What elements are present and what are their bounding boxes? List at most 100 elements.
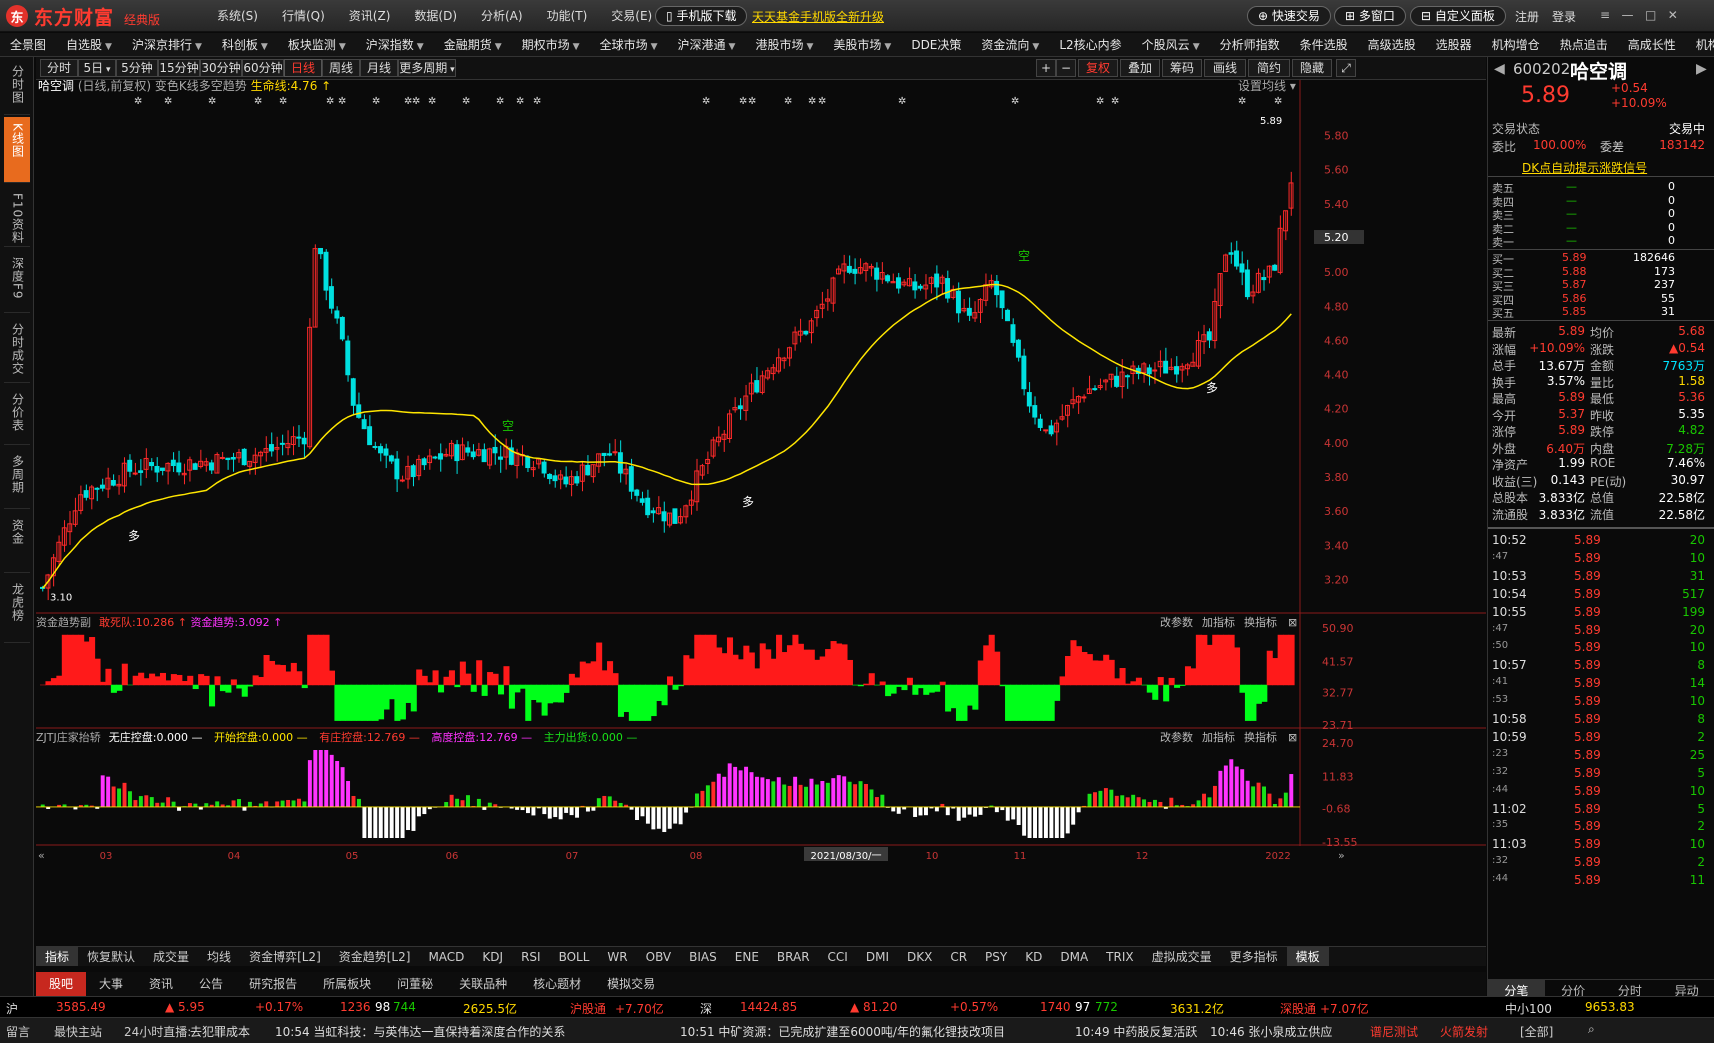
indicator-tab[interactable]: 更多指标 [1221,947,1287,966]
period-button[interactable]: 5分钟 [116,59,158,77]
chart-tool-button[interactable]: 隐藏 [1292,59,1332,77]
sub-panel-button[interactable]: 加指标 [1202,615,1235,629]
nav-item[interactable]: 科创板 ▼ [212,33,278,56]
search-icon[interactable]: ⌕ [1588,1022,1595,1037]
indicator-tab[interactable]: 资金博弈[L2] [240,947,330,966]
left-tab[interactable]: 分时图 [4,59,30,115]
indicator-tab[interactable]: KDJ [473,947,512,966]
sub-panel-button[interactable]: 加指标 [1202,730,1235,744]
news-right-item[interactable]: 谱尼测试 [1370,1023,1418,1040]
bid-price[interactable]: 5.85 [1562,305,1587,318]
indicator-tab[interactable]: TRIX [1097,947,1142,966]
info-tab[interactable]: 股吧 [36,972,87,996]
news-right-item[interactable]: 火箭发射 [1440,1023,1488,1040]
nav-item[interactable]: L2核心内参 [1049,33,1131,56]
top-menu-item[interactable]: 行情(Q) [270,0,337,32]
indicator-tab[interactable]: KD [1016,947,1051,966]
register-link[interactable]: 注册 [1515,8,1539,25]
indicator-tab[interactable]: DMI [857,947,898,966]
ask-price[interactable]: — [1566,180,1577,193]
crosshair-icon[interactable]: + [1036,59,1056,77]
indicator-tab[interactable]: OBV [637,947,681,966]
kline-chart-svg[interactable]: 5.80 5.60 5.40 5.20 5.00 4.80 4.60 4.40 4.20 4.00… [36,80,1486,946]
bid-price[interactable]: 5.89 [1562,251,1587,264]
nav-item[interactable]: 高成长性 [1618,33,1686,56]
period-button[interactable]: 日线 [284,59,322,77]
login-link[interactable]: 登录 [1552,8,1576,25]
news-item[interactable]: 10:54 当虹科技：与英伟达一直保持着深度合作的关系 [275,1023,565,1040]
chart-indicator-name[interactable]: 变色K线多空趋势 [155,79,247,93]
indicator-tab[interactable]: 恢复默认 [78,947,144,966]
nav-item[interactable]: 沪深京排行 ▼ [122,33,212,56]
news-item[interactable]: 10:51 中矿资源：已完成扩建至6000吨/年的氟化锂技改项目 [680,1023,1005,1040]
ask-price[interactable]: — [1566,221,1577,234]
indicator-tab[interactable]: BOLL [550,947,599,966]
period-button[interactable]: 5日 ▾ [78,59,116,77]
maximize-icon[interactable]: □ [1645,8,1656,22]
info-tab[interactable]: 问董秘 [384,972,446,996]
info-tab[interactable]: 大事 [86,972,136,996]
nav-item[interactable]: 选股器 [1426,33,1482,56]
info-tab[interactable]: 公告 [186,972,236,996]
multi-window-button[interactable]: ⊞ 多窗口 [1334,6,1406,26]
left-tab[interactable]: 分时成交 [4,317,30,383]
chart-tool-button[interactable]: 复权 [1078,59,1118,77]
candlestick-series[interactable] [40,171,1294,601]
nav-item[interactable]: 个股风云 ▼ [1132,33,1210,56]
chart-tool-button[interactable]: 叠加 [1120,59,1160,77]
nav-item[interactable]: 资金流向 ▼ [971,33,1049,56]
sub-panel-button[interactable]: 改参数 [1160,615,1193,629]
set-ma-button[interactable]: 设置均线 ▾ [1238,77,1296,94]
indicator-tab[interactable]: PSY [976,947,1016,966]
nav-item[interactable]: 全球市场 ▼ [590,33,668,56]
sub-panel-button[interactable]: 换指标 [1244,730,1277,744]
news-left-item[interactable]: 24小时直播: [124,1023,191,1040]
indicator-tab[interactable]: 均线 [198,947,240,966]
left-tab[interactable]: 龙虎榜 [4,577,30,643]
nav-item[interactable]: 热点追击 [1550,33,1618,56]
indicator-tab[interactable]: DKX [898,947,941,966]
indicator-tab[interactable]: RSI [512,947,550,966]
bid-price[interactable]: 5.87 [1562,278,1587,291]
period-button[interactable]: 分时 [40,59,78,77]
left-tab[interactable]: 多周期 [4,449,30,509]
news-item[interactable]: 10:46 张小泉成立供应 [1210,1023,1332,1040]
news-item[interactable]: 去犯罪成本 [190,1023,250,1040]
left-tab[interactable]: 资金 [4,513,30,573]
indicator-tab[interactable]: BIAS [680,947,726,966]
sub-panel-button[interactable]: 改参数 [1160,730,1193,744]
chart-tool-button[interactable]: 简约 [1248,59,1290,77]
fund-upgrade-link[interactable]: 天天基金手机版全新升级 [752,8,884,25]
left-tab[interactable]: 分价表 [4,387,30,445]
indicator-tab[interactable]: ENE [726,947,768,966]
indicator-tab[interactable]: MACD [419,947,473,966]
close-panel-icon[interactable]: ⊠ [1288,731,1297,744]
chart-tool-button[interactable]: 画线 [1204,59,1246,77]
ask-price[interactable]: — [1566,207,1577,220]
nav-item[interactable]: 自选股 ▼ [56,33,122,56]
nav-item[interactable]: 分析师指数 [1210,33,1290,56]
nav-item[interactable]: 沪深港通 ▼ [668,33,746,56]
mobile-download-button[interactable]: ▯ 手机版下载 [655,6,748,26]
info-tab[interactable]: 关联品种 [446,972,520,996]
nav-item[interactable]: 机构 [1686,33,1714,56]
scroll-right-icon[interactable]: » [1338,849,1345,862]
indicator-tab[interactable]: DMA [1051,947,1097,966]
indicator-tab[interactable]: CCI [819,947,857,966]
chart-tool-button[interactable]: 筹码 [1162,59,1202,77]
custom-panel-button[interactable]: ⊟ 自定义面板 [1410,6,1506,26]
left-tab[interactable]: F10资料 [4,187,30,247]
nav-item[interactable]: 金融期货 ▼ [434,33,512,56]
prev-stock-icon[interactable]: ◀ [1494,61,1505,77]
close-icon[interactable]: ✕ [1668,8,1678,22]
sub-panel-button[interactable]: 换指标 [1244,615,1277,629]
top-menu-item[interactable]: 资讯(Z) [337,0,403,32]
next-stock-icon[interactable]: ▶ [1696,61,1707,77]
nav-item[interactable]: 板块监测 ▼ [278,33,356,56]
left-tab[interactable]: K线图 [4,117,30,183]
ask-price[interactable]: — [1566,234,1577,247]
bid-price[interactable]: 5.86 [1562,292,1587,305]
top-menu-item[interactable]: 分析(A) [469,0,535,32]
indicator-tab[interactable]: WR [598,947,636,966]
period-button[interactable]: 30分钟 [200,59,242,77]
